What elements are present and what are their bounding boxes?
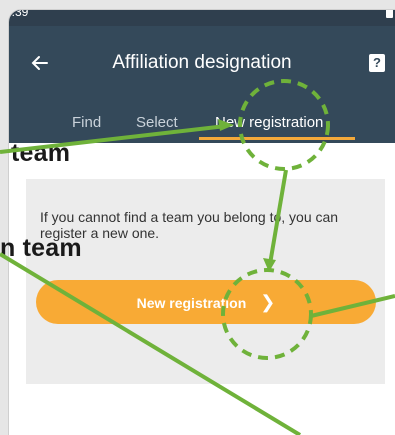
status-time: 9:39 — [9, 10, 29, 19]
info-message: If you cannot find a team you belong to,… — [40, 209, 339, 241]
tab-bar: Find Select New registration — [9, 104, 395, 140]
new-registration-button-label: New registration — [136, 294, 247, 311]
content-area: If you cannot find a team you belong to,… — [9, 143, 395, 435]
tab-new-registration[interactable]: New registration — [215, 114, 323, 131]
registration-card: If you cannot find a team you belong to,… — [26, 179, 385, 384]
tab-select[interactable]: Select — [136, 114, 178, 131]
help-icon[interactable]: ? — [369, 54, 385, 72]
battery-icon — [386, 10, 393, 18]
chevron-right-icon: ❯ — [260, 291, 276, 312]
annotation-label-team: team — [11, 139, 71, 167]
status-bar: 9:39 — [9, 10, 395, 26]
page-title: Affiliation designation — [112, 52, 292, 73]
phone-screen: 9:39 Affiliation designation ? Find Sele… — [9, 10, 395, 435]
annotation-label-new-team: n team — [0, 234, 82, 262]
app-bar: Affiliation designation ? Find Select Ne… — [9, 26, 395, 143]
tab-find[interactable]: Find — [72, 114, 101, 131]
new-registration-button[interactable]: New registration ❯ — [36, 280, 376, 324]
active-tab-indicator — [199, 137, 355, 140]
